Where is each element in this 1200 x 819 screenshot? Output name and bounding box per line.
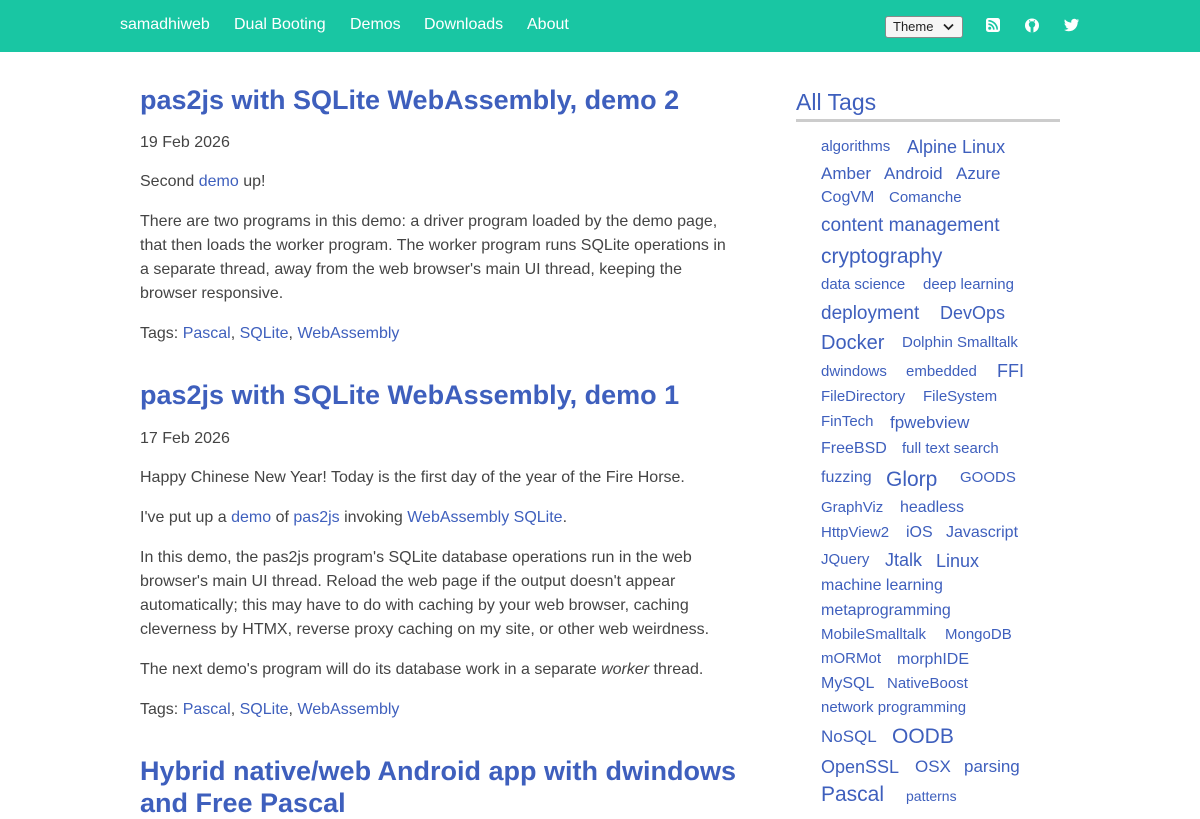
tag-cloud-item[interactable]: iOS xyxy=(906,525,933,541)
tag-cloud-item[interactable]: morphIDE xyxy=(897,652,969,668)
theme-select-label: Theme xyxy=(893,19,934,34)
tag-cloud-item[interactable]: CogVM xyxy=(821,190,874,206)
tag-cloud-item[interactable]: OSX xyxy=(915,758,951,775)
post-date: 17 Feb 2026 xyxy=(140,430,230,447)
theme-select[interactable]: Theme xyxy=(885,16,963,38)
tags-label: Tags: xyxy=(140,701,179,718)
rss-icon[interactable] xyxy=(985,17,1003,35)
tag-cloud-item[interactable]: Jtalk xyxy=(885,551,922,569)
sidebar-divider xyxy=(796,119,1060,122)
tag-cloud-item[interactable]: FFI xyxy=(997,362,1024,380)
text: of xyxy=(271,509,294,526)
text: I've put up a xyxy=(140,509,232,526)
tag-cloud-item[interactable]: fuzzing xyxy=(821,470,872,486)
tag-link-sqlite[interactable]: SQLite xyxy=(240,325,289,342)
tag-cloud-item[interactable]: OODB xyxy=(892,726,954,747)
tag-cloud-item[interactable]: Alpine Linux xyxy=(907,138,1005,156)
text: up! xyxy=(238,173,266,190)
brand-link[interactable]: samadhiweb xyxy=(120,16,210,34)
tag-cloud-item[interactable]: HttpView2 xyxy=(821,525,889,540)
tag-cloud-item[interactable]: patterns xyxy=(906,789,957,803)
nav-link-about[interactable]: About xyxy=(527,16,569,34)
text: . xyxy=(562,509,568,526)
post-title-demo-1[interactable]: pas2js with SQLite WebAssembly, demo 1 xyxy=(140,379,740,411)
tag-cloud-item[interactable]: FreeBSD xyxy=(821,441,887,457)
tag-cloud-item[interactable]: DevOps xyxy=(940,304,1005,322)
sidebar-title: All Tags xyxy=(796,89,877,115)
post-paragraph: Second demo up! xyxy=(140,170,732,194)
tag-cloud-item[interactable]: fpwebview xyxy=(890,414,969,431)
tag-cloud-item[interactable]: Dolphin Smalltalk xyxy=(902,335,1018,350)
tags-label: Tags: xyxy=(140,325,179,342)
twitter-icon[interactable] xyxy=(1063,17,1081,35)
tag-cloud-item[interactable]: dwindows xyxy=(821,364,887,379)
tag-cloud-item[interactable]: machine learning xyxy=(821,578,943,594)
tag-cloud-item[interactable]: FileDirectory xyxy=(821,389,905,404)
tag-cloud-item[interactable]: cryptography xyxy=(821,246,942,267)
tag-link-webassembly[interactable]: WebAssembly xyxy=(297,325,399,342)
tag-cloud-item[interactable]: deep learning xyxy=(923,277,1014,292)
text: invoking xyxy=(339,509,408,526)
text: Second xyxy=(140,173,199,190)
tag-cloud-item[interactable]: Azure xyxy=(956,165,1000,182)
tag-cloud-item[interactable]: GraphViz xyxy=(821,500,883,515)
tag-cloud-item[interactable]: MongoDB xyxy=(945,627,1012,642)
tag-cloud-item[interactable]: NativeBoost xyxy=(887,676,968,691)
post-paragraph: There are two programs in this demo: a d… xyxy=(140,213,726,302)
post-date: 19 Feb 2026 xyxy=(140,134,230,151)
tag-cloud-item[interactable]: embedded xyxy=(906,364,977,379)
tag-link-webassembly[interactable]: WebAssembly xyxy=(297,701,399,718)
tag-cloud-item[interactable]: GOODS xyxy=(960,470,1016,485)
pas2js-link[interactable]: pas2js xyxy=(293,509,339,526)
tag-cloud-item[interactable]: FinTech xyxy=(821,414,874,429)
tag-cloud-item[interactable]: NoSQL xyxy=(821,728,877,745)
nav-link-demos[interactable]: Demos xyxy=(350,16,401,34)
post-tags: Tags: Pascal, SQLite, WebAssembly xyxy=(140,325,400,342)
post-paragraph: In this demo, the pas2js program's SQLit… xyxy=(140,549,710,638)
nav-link-downloads[interactable]: Downloads xyxy=(424,16,503,34)
tag-cloud-item[interactable]: Pascal xyxy=(821,784,884,805)
tag-cloud-item[interactable]: Amber xyxy=(821,165,871,182)
top-navbar: samadhiweb Dual Booting Demos Downloads … xyxy=(0,0,1200,52)
tag-cloud-item[interactable]: mORMot xyxy=(821,651,881,666)
tag-cloud-item[interactable]: OpenSSL xyxy=(821,758,899,776)
chevron-down-icon xyxy=(943,23,954,31)
tag-link-sqlite[interactable]: SQLite xyxy=(240,701,289,718)
github-icon[interactable] xyxy=(1024,17,1042,35)
demo-link[interactable]: demo xyxy=(231,509,271,526)
post-tags: Tags: Pascal, SQLite, WebAssembly xyxy=(140,701,400,718)
tag-cloud-item[interactable]: JQuery xyxy=(821,552,869,567)
text: The next demo's program will do its data… xyxy=(140,661,602,678)
tag-cloud-item[interactable]: Javascript xyxy=(946,525,1018,541)
tag-cloud-item[interactable]: Comanche xyxy=(889,190,962,205)
emphasis: worker xyxy=(601,661,650,678)
tag-cloud-item[interactable]: full text search xyxy=(902,441,999,456)
tag-cloud-item[interactable]: data science xyxy=(821,277,905,292)
tag-cloud-item[interactable]: Docker xyxy=(821,333,884,353)
webassembly-sqlite-link[interactable]: WebAssembly SQLite xyxy=(407,509,562,526)
tag-cloud-item[interactable]: headless xyxy=(900,500,964,516)
post-paragraph: Happy Chinese New Year! Today is the fir… xyxy=(140,469,685,486)
tag-cloud-item[interactable]: FileSystem xyxy=(923,389,997,404)
post-title-demo-2[interactable]: pas2js with SQLite WebAssembly, demo 2 xyxy=(140,84,740,116)
tag-cloud-item[interactable]: parsing xyxy=(964,758,1020,775)
post-title-hybrid-android[interactable]: Hybrid native/web Android app with dwind… xyxy=(140,755,740,819)
text: thread. xyxy=(649,661,704,678)
tag-cloud-item[interactable]: MySQL xyxy=(821,676,874,692)
tag-cloud-item[interactable]: metaprogramming xyxy=(821,603,951,619)
tag-link-pascal[interactable]: Pascal xyxy=(183,325,231,342)
demo-link[interactable]: demo xyxy=(199,173,239,190)
tag-cloud-item[interactable]: Glorp xyxy=(886,469,937,490)
post-paragraph: The next demo's program will do its data… xyxy=(140,658,732,682)
tag-cloud-item[interactable]: algorithms xyxy=(821,139,890,154)
tag-cloud-item[interactable]: Linux xyxy=(936,552,979,570)
post-paragraph: I've put up a demo of pas2js invoking We… xyxy=(140,506,732,530)
tag-cloud-item[interactable]: content management xyxy=(821,216,1000,235)
tag-cloud-item[interactable]: network programming xyxy=(821,700,966,715)
tag-cloud-item[interactable]: deployment xyxy=(821,304,919,323)
tag-link-pascal[interactable]: Pascal xyxy=(183,701,231,718)
nav-link-dual-booting[interactable]: Dual Booting xyxy=(234,16,326,34)
tag-cloud-item[interactable]: Android xyxy=(884,165,943,182)
tag-cloud-item[interactable]: MobileSmalltalk xyxy=(821,627,926,642)
